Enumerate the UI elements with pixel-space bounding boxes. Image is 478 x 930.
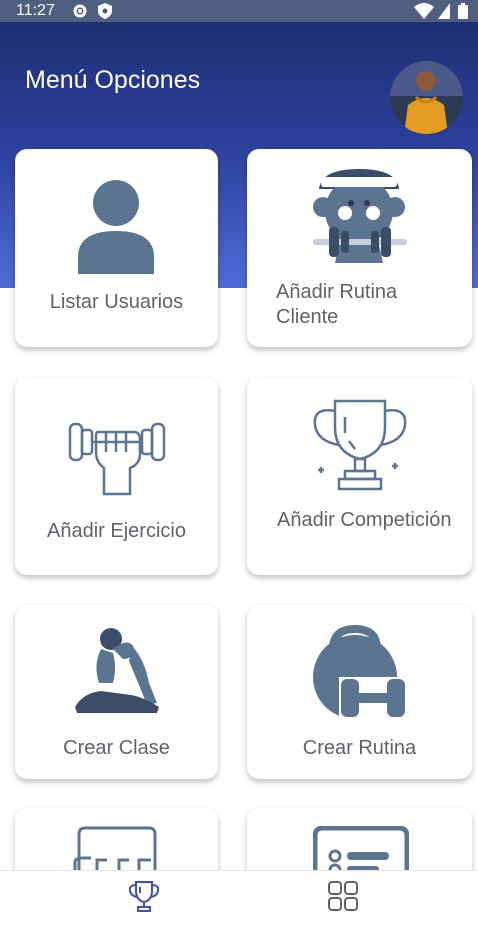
kettlebell-dumbbell-icon <box>313 625 407 721</box>
settings-icon <box>73 4 87 18</box>
card-listar-usuarios[interactable]: Listar Usuarios <box>15 149 218 347</box>
card-label: Listar Usuarios <box>49 291 184 313</box>
nav-grid-icon[interactable] <box>326 879 360 913</box>
card-anadir-rutina-cliente[interactable]: Añadir Rutina Cliente <box>247 149 472 347</box>
card-anadir-competicion[interactable]: Añadir Competición <box>247 377 472 575</box>
status-bar: 11:27 <box>0 0 478 22</box>
yoga-pose-icon <box>75 628 159 713</box>
shield-icon <box>98 3 112 19</box>
card-label: Añadir Competición <box>277 509 452 531</box>
trophy-icon <box>313 399 407 491</box>
card-crear-clase[interactable]: Crear Clase <box>15 605 218 779</box>
bottom-navigation <box>0 870 478 930</box>
card-label: Crear Clase <box>63 737 170 759</box>
card-crear-rutina[interactable]: Crear Rutina <box>247 605 472 779</box>
signal-icon <box>438 3 450 19</box>
status-time: 11:27 <box>16 2 55 19</box>
class-board-icon <box>73 826 157 870</box>
battery-icon <box>458 3 468 19</box>
avatar[interactable] <box>390 61 463 134</box>
nav-trophy-icon[interactable] <box>127 879 161 913</box>
wifi-icon <box>414 3 434 19</box>
card-label: Añadir Ejercicio <box>47 520 186 542</box>
card-label: Añadir Rutina Cliente <box>276 281 398 328</box>
profile-photo <box>390 61 463 134</box>
dumbbell-hand-icon <box>68 422 166 496</box>
card-label: Crear Rutina <box>302 737 417 759</box>
page-title: Menú Opciones <box>25 66 201 94</box>
checklist-icon <box>313 826 409 872</box>
user-icon <box>78 180 154 274</box>
card-anadir-ejercicio[interactable]: Añadir Ejercicio <box>15 377 218 575</box>
weightlifter-icon <box>313 169 407 263</box>
